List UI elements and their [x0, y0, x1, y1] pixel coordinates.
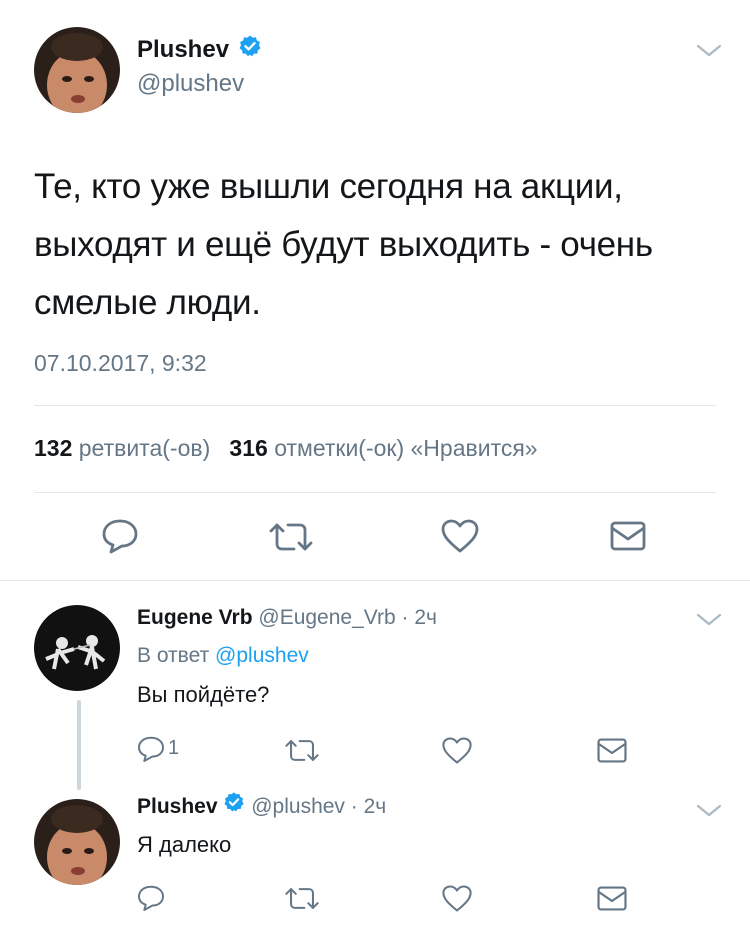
main-tweet-timestamp[interactable]: 07.10.2017, 9:32: [34, 350, 207, 377]
retweet-button[interactable]: [284, 737, 320, 764]
dm-icon: [610, 521, 646, 551]
engagement-stats: 132 ретвита(-ов) 316 отметки(-ок) «Нрави…: [34, 435, 538, 462]
dm-icon: [597, 886, 627, 911]
reply-menu-chevron-icon[interactable]: [694, 800, 724, 820]
thread-connector-line: [77, 700, 81, 790]
main-tweet-text: Те, кто уже вышли сегодня на акции, выхо…: [34, 158, 653, 332]
reply-button[interactable]: [100, 517, 140, 555]
reply-to-handle-link[interactable]: @plushev: [215, 644, 309, 667]
direct-message-button[interactable]: [596, 737, 628, 764]
main-tweet-menu-chevron-icon[interactable]: [694, 40, 724, 60]
like-button[interactable]: [440, 518, 480, 554]
reply-header: Eugene Vrb @Eugene_Vrb · 2ч: [137, 606, 437, 630]
reply-icon: [102, 519, 138, 554]
reply-to-prefix: В ответ: [137, 644, 210, 667]
retweets-label: ретвита(-ов): [78, 435, 211, 461]
reply-author-name[interactable]: Eugene Vrb: [137, 606, 253, 629]
retweets-count: 132: [34, 435, 73, 461]
retweet-icon: [269, 523, 313, 551]
reply-author-avatar[interactable]: [34, 605, 120, 691]
like-icon: [442, 737, 472, 764]
main-author-name-row[interactable]: Plushev: [137, 35, 262, 65]
retweet-icon: [285, 888, 319, 909]
like-button[interactable]: [441, 736, 473, 765]
retweet-button[interactable]: [284, 885, 320, 912]
verified-badge-icon: [236, 35, 262, 65]
retweets-stat[interactable]: 132 ретвита(-ов): [34, 435, 210, 461]
reply-icon: [138, 885, 164, 911]
main-author-name[interactable]: Plushev: [137, 36, 229, 63]
reply-button[interactable]: 1: [136, 734, 196, 766]
reply-text: Вы пойдёте?: [137, 682, 270, 707]
direct-message-button[interactable]: [609, 520, 647, 552]
like-icon: [442, 885, 472, 912]
main-author-avatar[interactable]: [34, 27, 120, 113]
reply-button[interactable]: [136, 883, 166, 913]
likes-stat[interactable]: 316 отметки(-ок) «Нравится»: [229, 435, 537, 461]
divider: [0, 580, 750, 581]
reply-time[interactable]: · 2ч: [402, 606, 437, 629]
dm-icon: [597, 738, 627, 763]
main-tweet-text-line: выходят и ещё будут выходить - очень: [34, 225, 653, 264]
reply-count: 1: [168, 737, 180, 759]
reply-author-name[interactable]: Plushev: [137, 795, 218, 818]
reply-header: Plushev @plushev · 2ч: [137, 792, 386, 819]
reply-author-handle[interactable]: @Eugene_Vrb: [258, 606, 395, 629]
main-tweet-text-line: Те, кто уже вышли сегодня на акции,: [34, 167, 623, 206]
reply-icon: [138, 736, 164, 762]
likes-count: 316: [229, 435, 268, 461]
divider: [34, 492, 716, 493]
like-icon: [441, 519, 479, 553]
reply-context: В ответ @plushev: [137, 644, 309, 668]
main-author-handle[interactable]: @plushev: [137, 70, 244, 98]
likes-label: отметки(-ок) «Нравится»: [274, 435, 538, 461]
divider: [34, 405, 716, 406]
reply-author-handle[interactable]: @plushev: [251, 795, 345, 818]
like-button[interactable]: [441, 884, 473, 913]
direct-message-button[interactable]: [596, 885, 628, 912]
retweet-button[interactable]: [268, 520, 314, 554]
main-tweet-text-line: смелые люди.: [34, 283, 261, 322]
reply-author-avatar[interactable]: [34, 799, 120, 885]
reply-time[interactable]: · 2ч: [351, 795, 386, 818]
reply-text: Я далеко: [137, 832, 232, 857]
reply-menu-chevron-icon[interactable]: [694, 609, 724, 629]
verified-badge-icon: [223, 792, 245, 819]
retweet-icon: [285, 740, 319, 761]
